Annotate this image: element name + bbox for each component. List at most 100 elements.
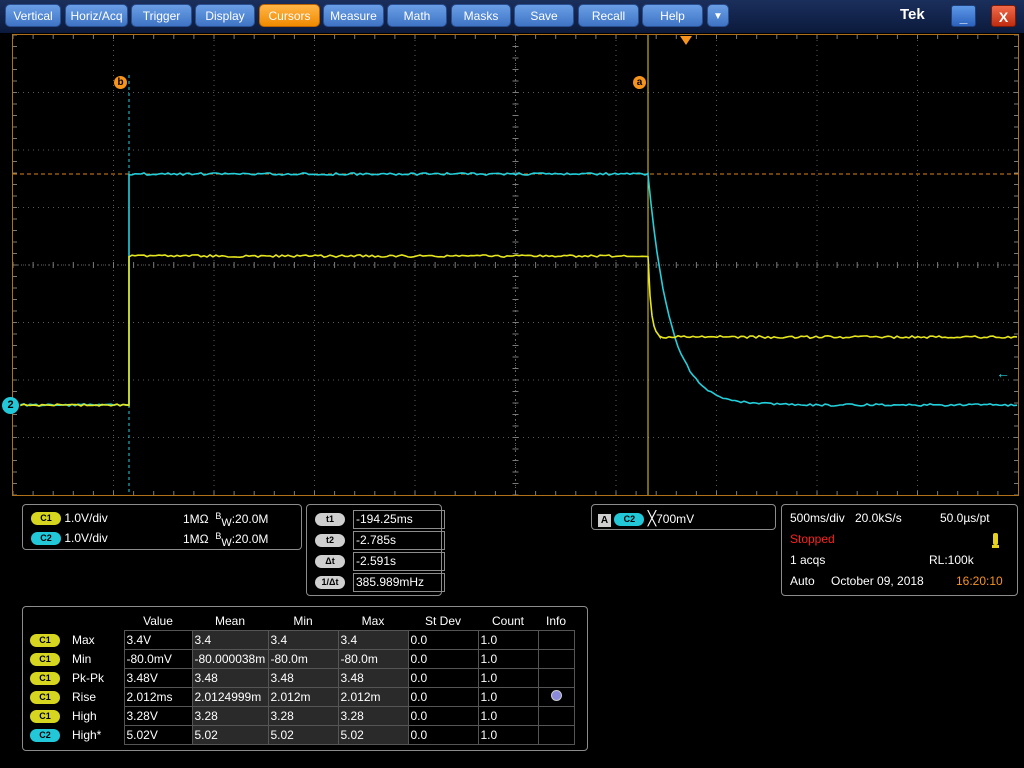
measurement-count: 1.0: [478, 707, 538, 726]
measurement-count: 1.0: [478, 650, 538, 669]
measurement-value: 2.012ms: [124, 688, 192, 707]
timebase: 500ms/div: [790, 511, 845, 525]
measurement-max: 3.48: [338, 669, 408, 688]
col-mean: Mean: [192, 612, 268, 631]
measurement-mean: 3.48: [192, 669, 268, 688]
measurement-min: 3.4: [268, 631, 338, 650]
t2-value: -2.785s: [353, 531, 445, 550]
graticule: [13, 35, 1018, 495]
menu-help[interactable]: Help: [642, 4, 703, 27]
record-length: RL:100k: [929, 553, 974, 567]
measurement-info: [538, 650, 574, 669]
col-count: Count: [478, 612, 538, 631]
measurement-row[interactable]: C1 Min -80.0mV -80.000038m -80.0m -80.0m 0.0 1.…: [28, 650, 574, 669]
acq-time: 16:20:10: [956, 574, 1003, 588]
col-max: Max: [338, 612, 408, 631]
measurement-min: 3.48: [268, 669, 338, 688]
measurement-name: High*: [66, 726, 124, 745]
ch1-scale: 1.0V/div: [64, 511, 107, 525]
col-info: Info: [538, 612, 574, 631]
measurement-min: 2.012m: [268, 688, 338, 707]
close-button[interactable]: X: [991, 5, 1016, 27]
delta-t-value: -2.591s: [353, 552, 445, 571]
measurement-value: 3.4V: [124, 631, 192, 650]
measurement-value: -80.0mV: [124, 650, 192, 669]
channel-panel: C1 1.0V/div 1MΩ BW:20.0M C2 1.0V/div 1MΩ…: [22, 504, 302, 550]
ch2-bw-label: W: [221, 537, 231, 549]
measurement-max: 3.4: [338, 631, 408, 650]
measurement-channel-badge: C1: [30, 634, 60, 647]
menu-save[interactable]: Save: [514, 4, 574, 27]
menu-trigger[interactable]: Trigger: [131, 4, 192, 27]
measurement-row[interactable]: C1 High 3.28V 3.28 3.28 3.28 0.0 1.0: [28, 707, 574, 726]
measurement-max: 3.28: [338, 707, 408, 726]
ch2-badge: C2: [31, 532, 61, 545]
measurement-info: [538, 726, 574, 745]
menu-math[interactable]: Math: [387, 4, 447, 27]
measurement-panel[interactable]: Value Mean Min Max St Dev Count Info C1 M…: [22, 606, 588, 751]
measurement-value: 3.48V: [124, 669, 192, 688]
trigger-source-badge: C2: [614, 513, 644, 526]
measurement-mean: 3.28: [192, 707, 268, 726]
ch1-impedance: 1MΩ: [183, 512, 209, 526]
cursor-b-marker[interactable]: b: [114, 76, 127, 89]
waveform-display[interactable]: b a ←: [12, 34, 1019, 496]
measurement-row[interactable]: C1 Max 3.4V 3.4 3.4 3.4 0.0 1.0: [28, 631, 574, 650]
trigger-level: 700mV: [656, 512, 694, 526]
ch1-bw-label: W: [221, 517, 231, 529]
menu-bar: Vertical Horiz/Acq Trigger Display Curso…: [0, 0, 1024, 33]
ch2-ground-marker[interactable]: 2: [2, 397, 19, 414]
menu-dropdown-button[interactable]: ▼: [707, 4, 729, 27]
ch2-impedance: 1MΩ: [183, 532, 209, 546]
trigger-mode: Auto: [790, 574, 815, 588]
menu-vertical[interactable]: Vertical: [5, 4, 61, 27]
trigger-slope-icon: ╳: [648, 510, 656, 526]
measurement-info: [538, 707, 574, 726]
measurement-channel-badge: C2: [30, 729, 60, 742]
ch1-coupling: 1MΩ BW:20.0M: [183, 511, 268, 529]
measurement-row[interactable]: C2 High* 5.02V 5.02 5.02 5.02 0.0 1.0: [28, 726, 574, 745]
trigger-level-arrow-icon[interactable]: ←: [996, 366, 1010, 380]
measurement-stdev: 0.0: [408, 707, 478, 726]
channel-row-2[interactable]: C2 1.0V/div: [31, 531, 108, 545]
trigger-position-icon[interactable]: [680, 36, 692, 45]
cursor-a-marker[interactable]: a: [633, 76, 646, 89]
measurement-row[interactable]: C1 Pk-Pk 3.48V 3.48 3.48 3.48 0.0 1.0: [28, 669, 574, 688]
minimize-button[interactable]: _: [951, 5, 976, 27]
menu-horiz-acq[interactable]: Horiz/Acq: [65, 4, 128, 27]
measurement-mean: 2.0124999m: [192, 688, 268, 707]
acq-date: October 09, 2018: [831, 574, 924, 588]
cursor-readout-panel[interactable]: t1 -194.25ms t2 -2.785s Δt -2.591s 1/Δt …: [306, 504, 442, 596]
measurement-info[interactable]: [538, 688, 574, 707]
ch1-waveform: [21, 255, 1017, 406]
menu-recall[interactable]: Recall: [578, 4, 639, 27]
measurement-row[interactable]: C1 Rise 2.012ms 2.0124999m 2.012m 2.012m 0.0 1.…: [28, 688, 574, 707]
trigger-panel[interactable]: A C2 ╳700mV: [591, 504, 776, 530]
probe-icon-tip: [992, 545, 999, 548]
inverse-delta-t-value: 385.989mHz: [353, 573, 445, 592]
measurement-channel-badge: C1: [30, 653, 60, 666]
channel-row-1[interactable]: C1 1.0V/div: [31, 511, 108, 525]
measurement-stdev: 0.0: [408, 631, 478, 650]
measurement-name: Max: [66, 631, 124, 650]
menu-cursors[interactable]: Cursors: [259, 4, 320, 27]
sample-rate: 20.0kS/s: [855, 511, 902, 525]
measurement-max: 2.012m: [338, 688, 408, 707]
col-stdev: St Dev: [408, 612, 478, 631]
delta-t-badge: Δt: [315, 555, 345, 568]
menu-measure[interactable]: Measure: [323, 4, 384, 27]
ch2-coupling: 1MΩ BW:20.0M: [183, 531, 268, 549]
trigger-readout: A C2 ╳700mV: [598, 510, 694, 527]
measurement-name: Rise: [66, 688, 124, 707]
ch1-badge: C1: [31, 512, 61, 525]
run-status: Stopped: [790, 532, 835, 546]
t2-badge: t2: [315, 534, 345, 547]
acquisition-panel[interactable]: 500ms/div 20.0kS/s 50.0µs/pt Stopped 1 a…: [781, 504, 1018, 596]
measurement-mean: 5.02: [192, 726, 268, 745]
time-resolution: 50.0µs/pt: [940, 511, 990, 525]
info-dot-icon[interactable]: [551, 690, 562, 701]
menu-masks[interactable]: Masks: [451, 4, 511, 27]
measurement-mean: 3.4: [192, 631, 268, 650]
measurement-stdev: 0.0: [408, 669, 478, 688]
menu-display[interactable]: Display: [195, 4, 255, 27]
